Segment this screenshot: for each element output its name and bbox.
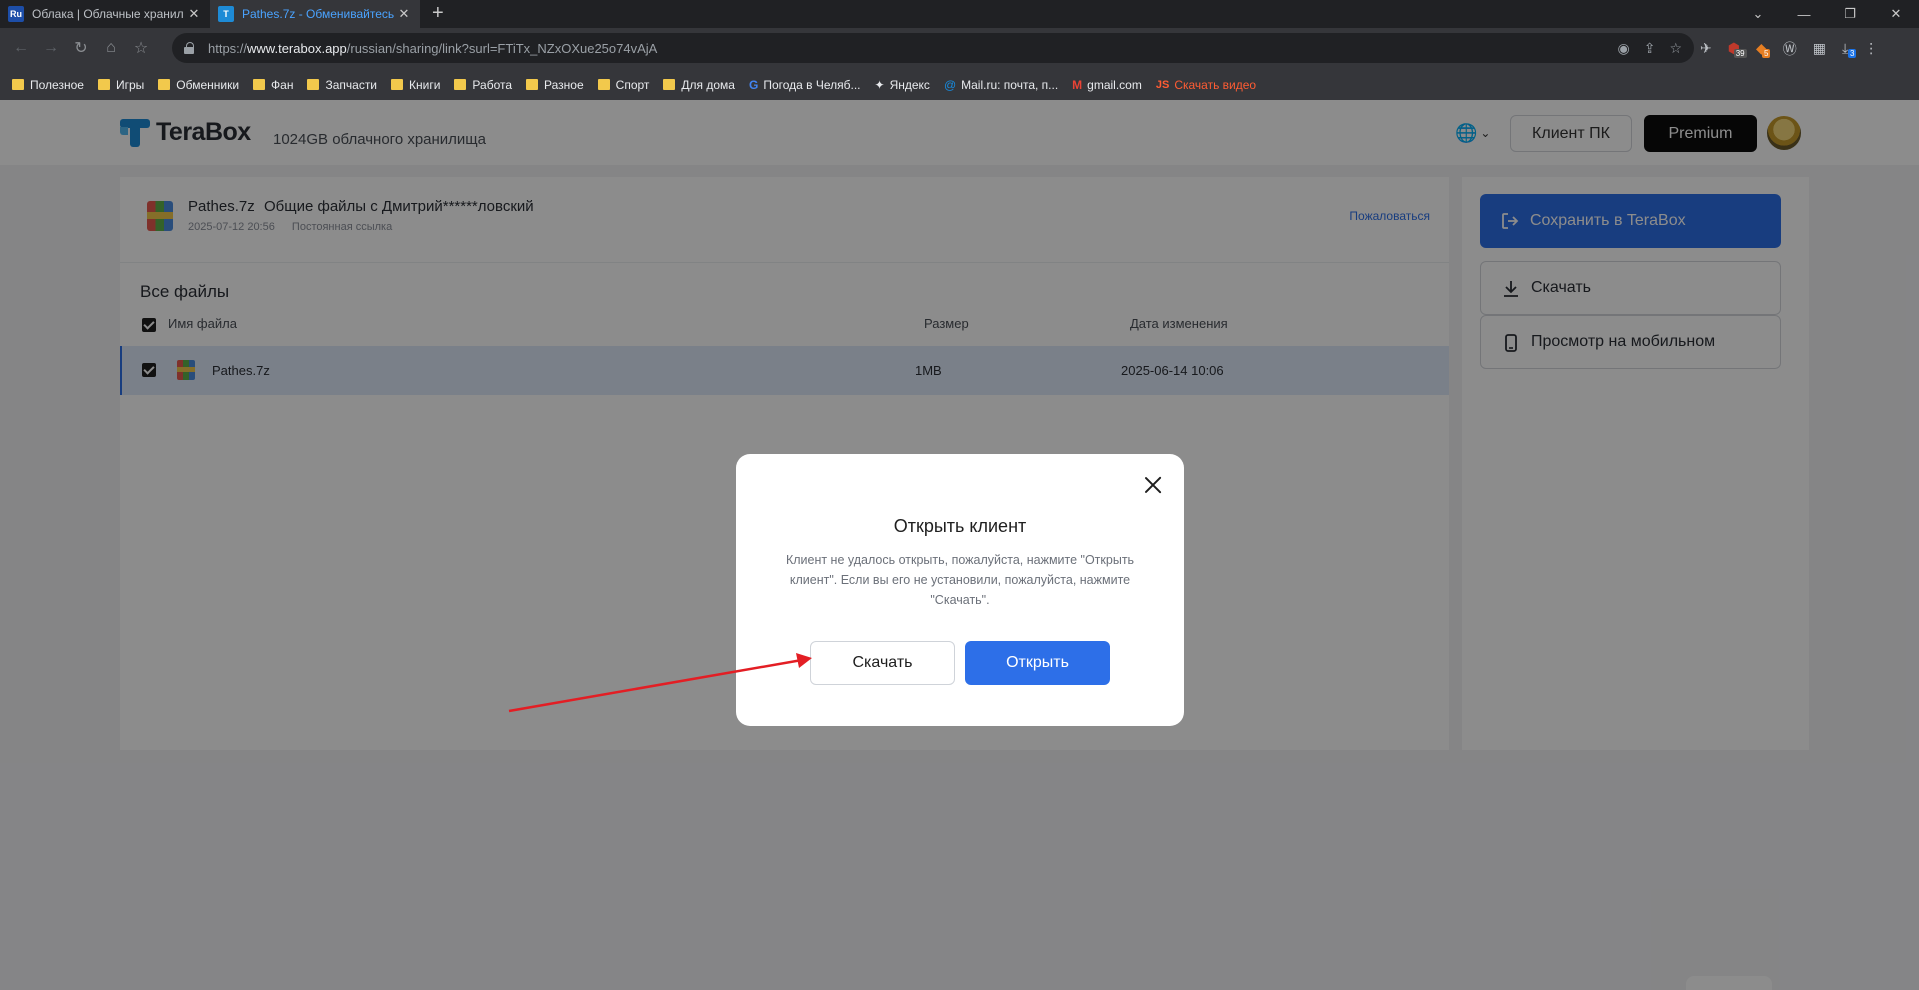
arrow-head [796,653,812,668]
arrow-line [508,658,803,713]
annotation-arrow [508,653,812,713]
